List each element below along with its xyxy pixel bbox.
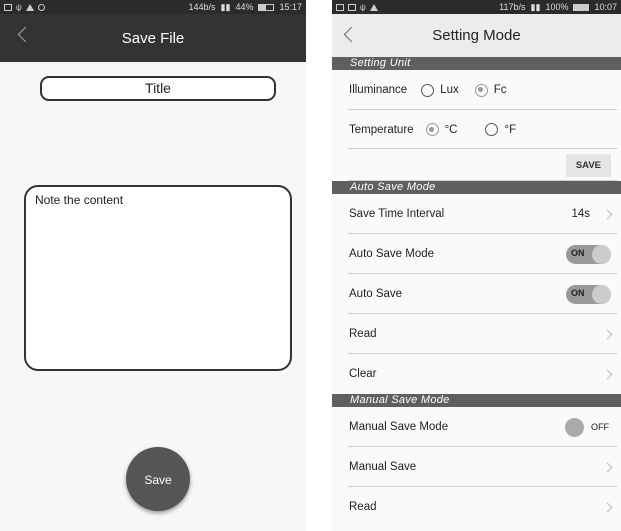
- auto-read-row[interactable]: Read: [332, 314, 621, 354]
- clock-time: 10:07: [594, 2, 617, 12]
- temperature-row: Temperature °C °F: [332, 110, 621, 149]
- usb-icon: ψ: [16, 2, 22, 12]
- unit-save-button[interactable]: SAVE: [565, 153, 611, 177]
- toggle-state: ON: [571, 287, 585, 298]
- auto-save-toggle[interactable]: ON: [566, 284, 611, 304]
- chevron-right-icon: [602, 329, 613, 339]
- section-header-manual-save: Manual Save Mode: [332, 394, 621, 407]
- status-bar: ψ 117b/s ▮▮ 100% 10:07: [332, 0, 621, 14]
- radio-fc-label: Fc: [493, 84, 507, 96]
- message-icon: [336, 3, 344, 11]
- section-header-auto-save: Auto Save Mode: [332, 181, 621, 194]
- title-input[interactable]: Title: [40, 76, 276, 101]
- save-interval-label: Save Time Interval: [349, 208, 445, 220]
- auto-save-mode-toggle[interactable]: ON: [566, 244, 611, 264]
- radio-fahrenheit-icon: [485, 123, 499, 136]
- battery-percent: 100%: [545, 2, 569, 12]
- app-bar: Save File: [0, 14, 306, 62]
- illuminance-label: Illuminance: [349, 84, 408, 96]
- radio-fc[interactable]: Fc: [474, 83, 507, 97]
- manual-save-label: Manual Save: [349, 461, 417, 473]
- toggle-knob: [592, 284, 611, 304]
- battery-icon: [573, 3, 590, 11]
- clear-label: Clear: [349, 368, 377, 380]
- note-input[interactable]: Note the content: [24, 185, 292, 371]
- radio-lux-icon: [421, 83, 435, 97]
- clear-row[interactable]: Clear: [332, 354, 621, 394]
- auto-read-label: Read: [349, 328, 377, 340]
- usb-icon: ψ: [360, 2, 366, 12]
- chevron-right-icon: [602, 209, 613, 219]
- illuminance-row: Illuminance Lux Fc: [332, 70, 621, 110]
- network-speed: 117b/s: [499, 2, 526, 12]
- toggle-knob: [592, 244, 611, 264]
- image-icon: [348, 3, 356, 11]
- battery-percent: 44%: [235, 2, 254, 12]
- save-interval-value: 14s: [571, 208, 590, 220]
- clock-icon: [37, 3, 45, 11]
- manual-save-row[interactable]: Manual Save: [332, 447, 621, 487]
- temperature-label: Temperature: [349, 123, 414, 136]
- save-button[interactable]: Save: [126, 447, 190, 511]
- signal-icon: ▮▮: [530, 1, 541, 12]
- page-title: Setting Mode: [432, 27, 521, 44]
- warning-icon: [369, 3, 378, 11]
- manual-save-mode-label: Manual Save Mode: [349, 421, 449, 433]
- save-interval-row[interactable]: Save Time Interval 14s: [332, 194, 621, 234]
- manual-save-mode-toggle[interactable]: OFF: [565, 417, 611, 437]
- manual-save-mode-row: Manual Save Mode OFF: [332, 407, 621, 447]
- network-speed: 144b/s: [188, 2, 216, 12]
- radio-celsius-label: °C: [444, 123, 458, 136]
- radio-celsius[interactable]: °C: [425, 123, 458, 136]
- auto-save-mode-label: Auto Save Mode: [349, 248, 435, 260]
- warning-icon: [25, 3, 34, 11]
- setting-mode-screen: ψ 117b/s ▮▮ 100% 10:07 Setting Mode Sett…: [332, 0, 621, 531]
- save-file-screen: ψ 144b/s ▮▮ 44% 15:17 Save File Title No…: [0, 0, 306, 531]
- back-icon[interactable]: [17, 26, 34, 43]
- auto-save-row: Auto Save ON: [332, 274, 621, 314]
- clock-time: 15:17: [279, 2, 302, 12]
- manual-read-row[interactable]: Read: [332, 487, 621, 527]
- chevron-right-icon: [602, 462, 613, 472]
- app-bar: Setting Mode: [332, 14, 621, 57]
- radio-lux[interactable]: Lux: [421, 83, 459, 97]
- auto-save-label: Auto Save: [349, 288, 403, 300]
- toggle-knob: [565, 417, 584, 437]
- chevron-right-icon: [602, 502, 613, 512]
- toggle-state: ON: [571, 247, 585, 258]
- back-icon[interactable]: [343, 26, 360, 43]
- manual-read-label: Read: [349, 501, 377, 513]
- unit-save-row: SAVE: [332, 149, 621, 181]
- radio-fc-icon: [474, 83, 488, 97]
- status-bar: ψ 144b/s ▮▮ 44% 15:17: [0, 0, 306, 14]
- radio-fahrenheit[interactable]: °F: [485, 123, 516, 136]
- auto-save-mode-row: Auto Save Mode ON: [332, 234, 621, 274]
- radio-fahrenheit-label: °F: [504, 123, 517, 136]
- toggle-state: OFF: [591, 421, 609, 432]
- radio-celsius-icon: [425, 123, 439, 136]
- image-icon: [4, 3, 12, 11]
- chevron-right-icon: [602, 369, 613, 379]
- page-title: Save File: [121, 29, 185, 47]
- section-header-setting-unit: Setting Unit: [332, 57, 621, 70]
- radio-lux-label: Lux: [440, 84, 459, 96]
- signal-icon: ▮▮: [220, 1, 231, 12]
- battery-icon: [258, 3, 275, 11]
